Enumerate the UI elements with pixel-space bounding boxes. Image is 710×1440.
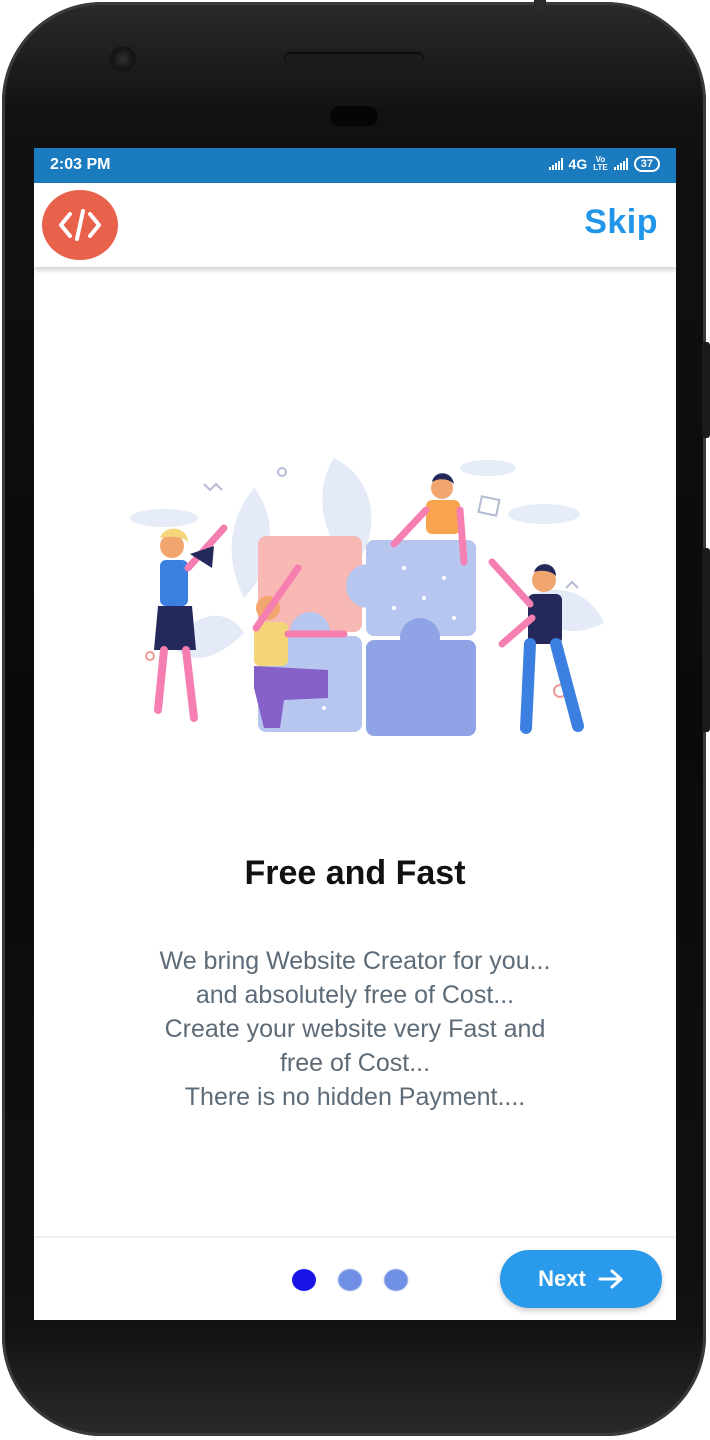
description-line: We bring Website Creator for you...: [159, 947, 551, 975]
slide-description: We bring Website Creator for you... and …: [34, 944, 676, 1114]
status-indicators: 4G Vo LTE 37: [548, 155, 660, 172]
next-button[interactable]: Next: [500, 1250, 662, 1308]
arrow-right-icon: [598, 1269, 623, 1289]
bottom-divider: [34, 1236, 676, 1238]
slide-title: Free and Fast: [244, 854, 466, 892]
team-puzzle-illustration: [104, 448, 614, 758]
volume-button: [702, 342, 710, 438]
description-line: There is no hidden Payment....: [184, 1083, 526, 1111]
front-camera: [110, 46, 136, 72]
screen: 2:03 PM 4G Vo LTE 37 Skip Free and Fast …: [34, 148, 676, 1320]
proximity-sensor: [330, 106, 378, 126]
page-indicator: [292, 1269, 408, 1291]
volte-indicator: Vo LTE: [593, 155, 608, 172]
phone-frame: 2:03 PM 4G Vo LTE 37 Skip Free and Fast …: [0, 0, 710, 1440]
app-bar: Skip: [34, 183, 676, 267]
status-bar: 2:03 PM 4G Vo LTE 37: [34, 148, 676, 183]
earpiece-speaker: [284, 52, 424, 64]
battery-icon: 37: [633, 156, 660, 172]
power-button: [702, 548, 710, 732]
top-button: [534, 0, 546, 14]
status-time: 2:03 PM: [50, 156, 111, 173]
signal-icon-2: [613, 158, 628, 170]
network-type: 4G: [568, 156, 588, 172]
page-dot-2[interactable]: [338, 1269, 362, 1291]
skip-button[interactable]: Skip: [584, 203, 658, 242]
code-brackets-icon: [42, 190, 118, 260]
signal-icon: [548, 158, 563, 170]
description-line: and absolutely free of Cost...: [195, 981, 515, 1009]
next-button-label: Next: [538, 1266, 586, 1291]
description-line: free of Cost...: [279, 1049, 431, 1077]
page-dot-1[interactable]: [292, 1269, 316, 1291]
page-dot-3[interactable]: [384, 1269, 408, 1291]
description-line: Create your website very Fast and: [164, 1015, 546, 1043]
